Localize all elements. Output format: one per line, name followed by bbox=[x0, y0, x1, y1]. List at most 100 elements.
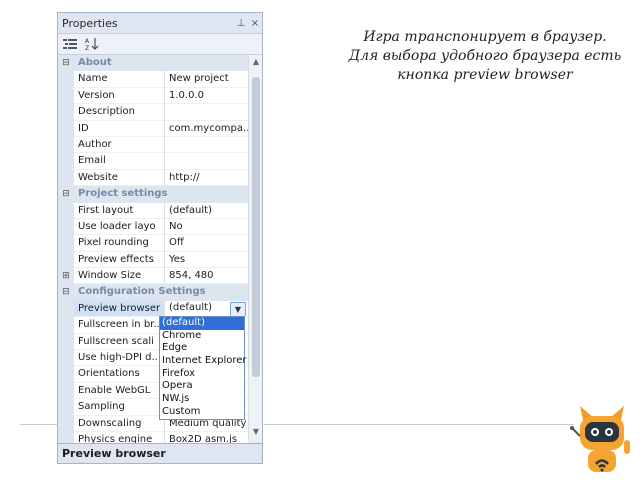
row-gutter bbox=[58, 366, 74, 383]
scroll-thumb[interactable] bbox=[252, 77, 260, 377]
panel-title: Properties bbox=[62, 16, 118, 30]
property-value[interactable]: Off bbox=[165, 235, 248, 252]
expand-icon[interactable]: ⊞ bbox=[58, 268, 74, 285]
property-value[interactable]: 1.0.0.0 bbox=[165, 87, 248, 105]
row-gutter bbox=[58, 120, 74, 137]
caption-line: Игра транспонирует в браузер. bbox=[363, 29, 607, 45]
panel-toolbar: AZ bbox=[58, 34, 262, 55]
dropdown-option[interactable]: Opera bbox=[160, 380, 244, 393]
collapse-icon[interactable]: ⊟ bbox=[58, 186, 74, 203]
sort-az-icon[interactable]: AZ bbox=[84, 36, 100, 52]
panel-titlebar: Properties ⊥ × bbox=[58, 13, 262, 34]
property-row[interactable]: Email bbox=[58, 153, 248, 170]
property-name: Author bbox=[74, 136, 165, 154]
scroll-down-icon[interactable]: ▼ bbox=[249, 425, 262, 439]
property-name: Fullscreen scali bbox=[74, 333, 165, 351]
property-row[interactable]: Preview effects Yes bbox=[58, 251, 248, 269]
property-value-text: New project bbox=[169, 73, 229, 85]
category-label: About bbox=[78, 57, 112, 68]
property-value-text: http:// bbox=[169, 171, 200, 183]
property-row[interactable]: ID com.mycompa... bbox=[58, 120, 248, 137]
dropdown-option[interactable]: Firefox bbox=[160, 368, 244, 381]
property-name: Preview effects bbox=[74, 251, 165, 269]
scroll-up-icon[interactable]: ▲ bbox=[249, 55, 262, 69]
dropdown-option[interactable]: Internet Explorer bbox=[160, 355, 247, 368]
row-gutter bbox=[58, 415, 74, 432]
property-value-text: Yes bbox=[169, 253, 186, 265]
robot-mascot-icon bbox=[570, 406, 630, 472]
row-gutter bbox=[58, 218, 74, 236]
row-gutter bbox=[58, 333, 74, 351]
property-name: Use loader layo bbox=[74, 218, 165, 236]
property-value[interactable]: Yes bbox=[165, 251, 248, 269]
property-row[interactable]: Description bbox=[58, 104, 248, 121]
svg-text:Z: Z bbox=[85, 45, 89, 51]
property-value[interactable]: http:// bbox=[165, 169, 248, 187]
property-value[interactable]: com.mycompa... bbox=[165, 120, 248, 137]
category-row[interactable]: ⊟ Configuration Settings bbox=[58, 284, 248, 301]
property-row[interactable]: Pixel rounding Off bbox=[58, 235, 248, 252]
categorized-icon[interactable] bbox=[62, 36, 78, 52]
property-row[interactable]: ⊞ Window Size 854, 480 bbox=[58, 268, 248, 285]
dropdown-option[interactable]: Edge bbox=[160, 342, 244, 355]
row-gutter bbox=[58, 300, 74, 318]
property-name: Use high-DPI d... bbox=[74, 350, 165, 367]
pin-icon[interactable]: ⊥ bbox=[234, 18, 248, 29]
category-row[interactable]: ⊟ Project settings bbox=[58, 186, 248, 203]
dropdown-option[interactable]: NW.js bbox=[160, 393, 244, 406]
property-name: Downscaling bbox=[74, 415, 165, 432]
property-name: Email bbox=[74, 153, 165, 170]
row-gutter bbox=[58, 104, 74, 121]
property-name: Website bbox=[74, 169, 165, 187]
row-gutter bbox=[58, 317, 74, 334]
vertical-scrollbar[interactable]: ▲ ▼ bbox=[248, 55, 262, 439]
category-label: Project settings bbox=[78, 188, 168, 200]
property-row[interactable]: Preview browser (default) ▼ bbox=[58, 300, 248, 318]
property-row[interactable]: Use loader layo No bbox=[58, 218, 248, 236]
property-row[interactable]: Author bbox=[58, 136, 248, 154]
dropdown-option[interactable]: Chrome bbox=[160, 330, 244, 343]
property-row[interactable]: First layout (default) bbox=[58, 202, 248, 219]
property-name: Sampling bbox=[74, 399, 165, 416]
property-name: Description bbox=[74, 104, 165, 121]
property-value[interactable]: New project bbox=[165, 71, 248, 88]
browser-dropdown-list[interactable]: (default) Chrome Edge Internet Explorer Fire… bbox=[159, 316, 247, 420]
property-name: Window Size bbox=[74, 268, 165, 285]
dropdown-option[interactable]: Custom bbox=[160, 406, 244, 419]
description-footer: Preview browser bbox=[58, 443, 262, 463]
property-name: Version bbox=[74, 87, 165, 105]
property-value-text: (default) bbox=[169, 204, 212, 216]
dropdown-option[interactable]: (default) bbox=[160, 317, 244, 330]
row-gutter bbox=[58, 382, 74, 400]
property-value-text: com.mycompa... bbox=[169, 122, 248, 134]
property-value-text: (default) bbox=[169, 302, 212, 314]
property-row[interactable]: Website http:// bbox=[58, 169, 248, 187]
property-row[interactable]: Name New project bbox=[58, 71, 248, 88]
property-name: Fullscreen in br... bbox=[74, 317, 165, 334]
property-value-text: Off bbox=[169, 237, 184, 249]
caption-line: кнопка preview browser bbox=[397, 67, 573, 83]
property-value[interactable] bbox=[165, 104, 248, 121]
row-gutter bbox=[58, 235, 74, 252]
row-gutter bbox=[58, 399, 74, 416]
category-label: Configuration Settings bbox=[78, 286, 206, 298]
property-value[interactable]: 854, 480 bbox=[165, 268, 248, 285]
close-icon[interactable]: × bbox=[248, 18, 262, 29]
property-value[interactable] bbox=[165, 153, 248, 170]
category-row[interactable]: ⊟ About bbox=[58, 55, 248, 72]
collapse-icon[interactable]: ⊟ bbox=[58, 55, 74, 72]
property-value[interactable]: (default) ▼ bbox=[165, 300, 248, 318]
row-gutter bbox=[58, 136, 74, 154]
collapse-icon[interactable]: ⊟ bbox=[58, 284, 74, 301]
property-value[interactable]: No bbox=[165, 218, 248, 236]
property-value-text: No bbox=[169, 220, 183, 232]
chevron-down-icon[interactable]: ▼ bbox=[230, 301, 246, 317]
row-gutter bbox=[58, 71, 74, 88]
property-name: First layout bbox=[74, 202, 165, 219]
property-name: Name bbox=[74, 71, 165, 88]
property-value[interactable] bbox=[165, 136, 248, 154]
property-value[interactable]: (default) bbox=[165, 202, 248, 219]
divider-line bbox=[20, 424, 58, 425]
caption-line: Для выбора удобного браузера есть bbox=[348, 48, 622, 64]
property-row[interactable]: Version 1.0.0.0 bbox=[58, 87, 248, 105]
